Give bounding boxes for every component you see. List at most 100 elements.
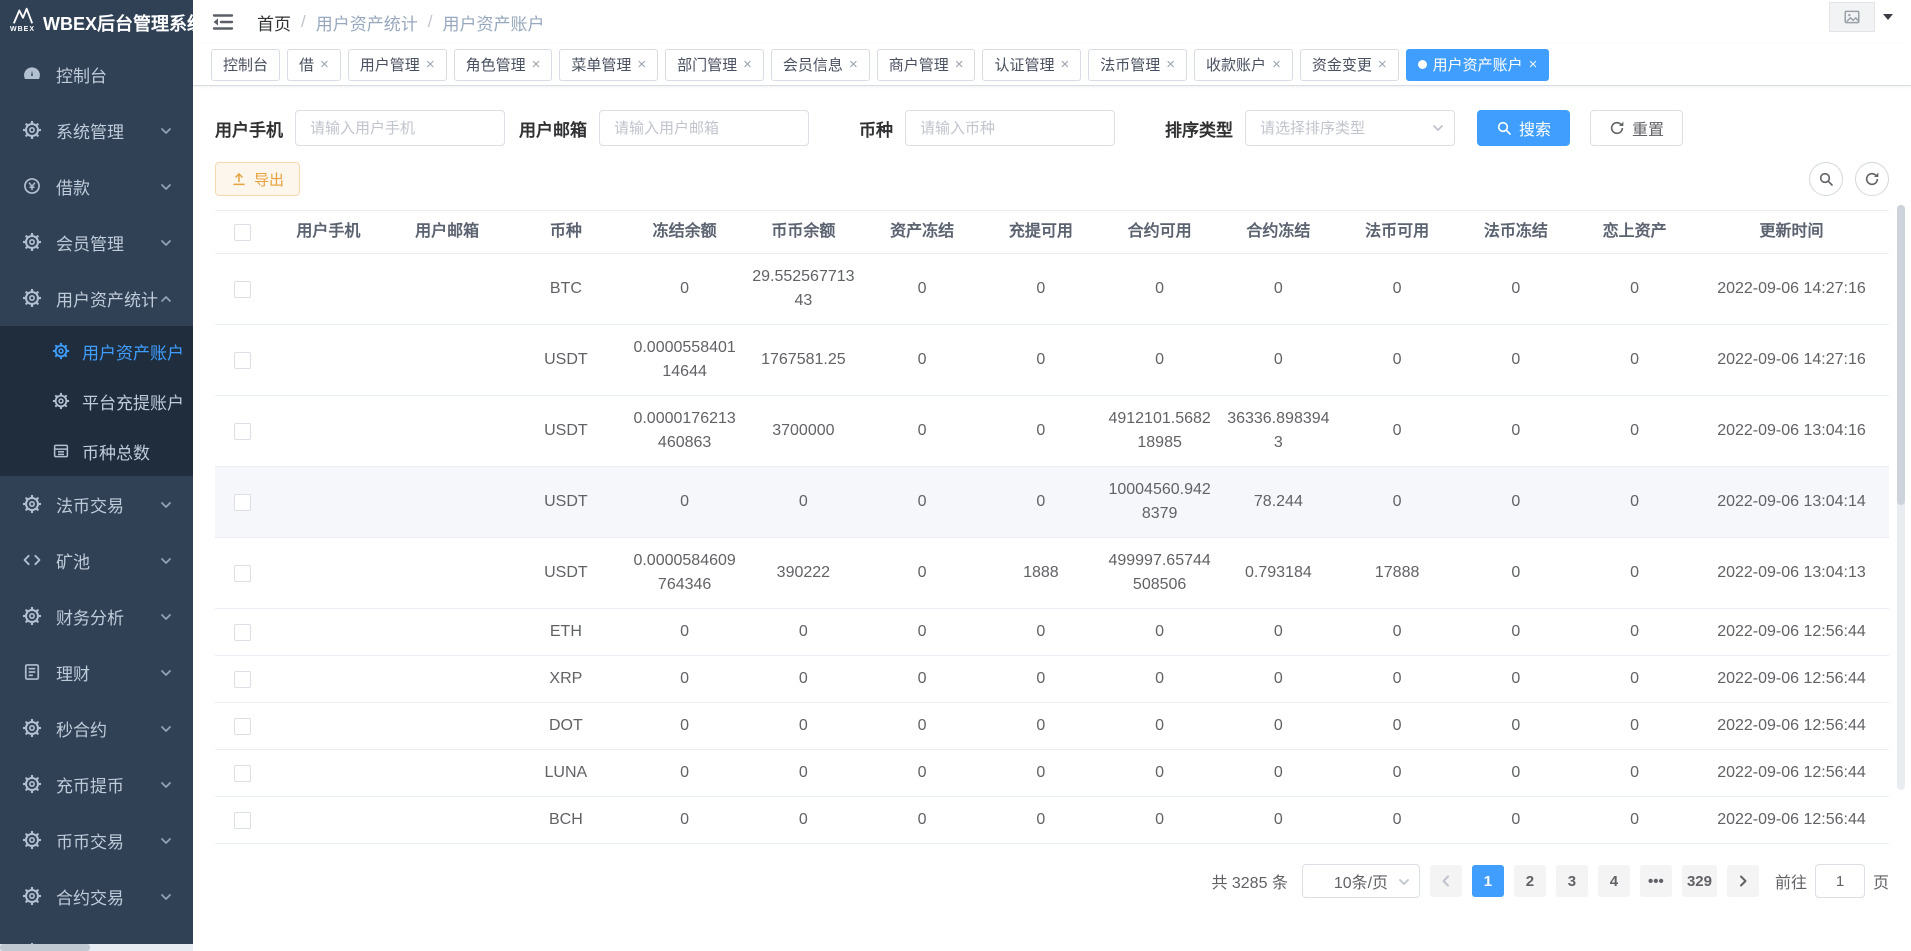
- cell-coin: USDT: [507, 479, 626, 525]
- table-row: DOT 0 0 0 0 0 0 0 0 0 2022-09-06 12:56:4…: [215, 703, 1889, 750]
- page-button-3[interactable]: 3: [1556, 865, 1588, 897]
- tab-console[interactable]: 控制台: [211, 49, 280, 81]
- coin-filter-input[interactable]: [905, 110, 1115, 146]
- chevron-down-icon: [159, 553, 173, 567]
- col-phone: 用户手机: [269, 211, 388, 253]
- goto-page-input[interactable]: [1815, 864, 1865, 898]
- tab-loan[interactable]: 借×: [287, 49, 341, 81]
- top-navbar: 首页 / 用户资产统计 / 用户资产账户: [193, 0, 1911, 44]
- table-row: XRP 0 0 0 0 0 0 0 0 0 2022-09-06 12:56:4…: [215, 656, 1889, 703]
- main-area: 首页 / 用户资产统计 / 用户资产账户 控制台 借× 用户管理× 角色管理× …: [193, 0, 1911, 951]
- close-icon[interactable]: ×: [955, 57, 964, 72]
- cell-update-time: 2022-09-06 14:27:16: [1694, 337, 1889, 383]
- tab-merchant-mgmt[interactable]: 商户管理×: [877, 49, 976, 81]
- close-icon[interactable]: ×: [1166, 57, 1175, 72]
- tab-menu-mgmt[interactable]: 菜单管理×: [559, 49, 658, 81]
- tab-user-asset-account[interactable]: 用户资产账户×: [1406, 49, 1550, 81]
- page-button-4[interactable]: 4: [1598, 865, 1630, 897]
- sidebar-item-coin-trade[interactable]: 币币交易: [0, 812, 193, 868]
- page-size-select[interactable]: 10条/页: [1302, 864, 1420, 898]
- row-checkbox[interactable]: [234, 812, 251, 829]
- toggle-search-button[interactable]: [1809, 162, 1843, 196]
- sidebar-sub-coin-total[interactable]: 币种总数: [0, 426, 193, 476]
- sidebar-horizontal-scrollbar[interactable]: [0, 944, 193, 951]
- sidebar-item-finance-analysis[interactable]: 财务分析: [0, 588, 193, 644]
- close-icon[interactable]: ×: [1378, 57, 1387, 72]
- cell-coin: LUNA: [507, 750, 626, 796]
- tab-payee-account[interactable]: 收款账户×: [1194, 49, 1293, 81]
- close-icon[interactable]: ×: [426, 57, 435, 72]
- breadcrumb-home[interactable]: 首页: [257, 10, 291, 35]
- row-checkbox[interactable]: [234, 765, 251, 782]
- sidebar-item-loan[interactable]: 借款: [0, 158, 193, 214]
- select-all-checkbox[interactable]: [234, 224, 251, 241]
- table-row: USDT 0.0000176213460863 3700000 0 0 4912…: [215, 396, 1889, 467]
- sidebar-item-contract-trade[interactable]: 合约交易: [0, 868, 193, 924]
- chevron-down-icon: [159, 721, 173, 735]
- asset-table: 用户手机 用户邮箱 币种 冻结余额 币币余额 资产冻结 充提可用 合约可用 合约…: [215, 210, 1889, 844]
- sidebar-item-mining-pool[interactable]: 矿池: [0, 532, 193, 588]
- avatar[interactable]: [1829, 2, 1875, 32]
- email-filter-input[interactable]: [599, 110, 809, 146]
- export-button[interactable]: 导出: [215, 162, 300, 196]
- close-icon[interactable]: ×: [849, 57, 858, 72]
- tab-role-mgmt[interactable]: 角色管理×: [454, 49, 553, 81]
- close-icon[interactable]: ×: [532, 57, 541, 72]
- gear-icon: [22, 232, 42, 252]
- tab-member-info[interactable]: 会员信息×: [771, 49, 870, 81]
- sidebar-item-system-mgmt[interactable]: 系统管理: [0, 102, 193, 158]
- sidebar-sub-user-asset-account[interactable]: 用户资产账户: [0, 326, 193, 376]
- refresh-icon: [1609, 120, 1625, 136]
- page-button-2[interactable]: 2: [1514, 865, 1546, 897]
- sidebar-collapse-button[interactable]: [211, 10, 235, 34]
- row-checkbox[interactable]: [234, 624, 251, 641]
- code-icon: [22, 550, 42, 570]
- table-row: BCH 0 0 0 0 0 0 0 0 0 2022-09-06 12:56:4…: [215, 797, 1889, 844]
- close-icon[interactable]: ×: [1272, 57, 1281, 72]
- sidebar-item-deposit-withdraw[interactable]: 充币提币: [0, 756, 193, 812]
- sidebar-item-member-mgmt[interactable]: 会员管理: [0, 214, 193, 270]
- row-checkbox[interactable]: [234, 494, 251, 511]
- row-checkbox[interactable]: [234, 423, 251, 440]
- search-button[interactable]: 搜索: [1477, 110, 1570, 146]
- sidebar-item-second-contract[interactable]: 秒合约: [0, 700, 193, 756]
- sort-type-select[interactable]: [1245, 110, 1455, 146]
- col-frozen-balance: 冻结余额: [625, 211, 744, 253]
- tab-fiat-mgmt[interactable]: 法币管理×: [1088, 49, 1187, 81]
- next-page-button[interactable]: [1727, 865, 1759, 897]
- tab-fund-change[interactable]: 资金变更×: [1300, 49, 1399, 81]
- gear-icon: [22, 120, 42, 140]
- gear-icon: [22, 606, 42, 626]
- close-icon[interactable]: ×: [1529, 57, 1538, 72]
- row-checkbox[interactable]: [234, 352, 251, 369]
- reset-button[interactable]: 重置: [1590, 110, 1683, 146]
- refresh-table-button[interactable]: [1855, 162, 1889, 196]
- user-menu-caret-icon[interactable]: [1883, 14, 1893, 20]
- chevron-down-icon: [159, 235, 173, 249]
- close-icon[interactable]: ×: [637, 57, 646, 72]
- close-icon[interactable]: ×: [743, 57, 752, 72]
- sidebar-item-console[interactable]: 控制台: [0, 46, 193, 102]
- tab-user-mgmt[interactable]: 用户管理×: [348, 49, 447, 81]
- close-icon[interactable]: ×: [1061, 57, 1070, 72]
- tab-auth-mgmt[interactable]: 认证管理×: [982, 49, 1081, 81]
- page-content: 用户手机 用户邮箱 币种 排序类型 搜索: [193, 86, 1911, 928]
- page-button-329[interactable]: 329: [1682, 865, 1717, 897]
- sidebar-sub-platform-recharge-account[interactable]: 平台充提账户: [0, 376, 193, 426]
- coin-filter-label: 币种: [859, 116, 893, 141]
- sidebar-item-fiat-trade[interactable]: 法币交易: [0, 476, 193, 532]
- sidebar-item-user-asset-stats[interactable]: 用户资产统计: [0, 270, 193, 326]
- prev-page-button[interactable]: [1430, 865, 1462, 897]
- row-checkbox[interactable]: [234, 718, 251, 735]
- page-button-1[interactable]: 1: [1472, 865, 1504, 897]
- vertical-scrollbar[interactable]: [1897, 205, 1905, 790]
- tab-dept-mgmt[interactable]: 部门管理×: [665, 49, 764, 81]
- row-checkbox[interactable]: [234, 565, 251, 582]
- row-checkbox[interactable]: [234, 671, 251, 688]
- more-pages-button[interactable]: •••: [1640, 865, 1672, 897]
- phone-filter-input[interactable]: [295, 110, 505, 146]
- row-checkbox[interactable]: [234, 281, 251, 298]
- sidebar-item-wealth[interactable]: 理财: [0, 644, 193, 700]
- breadcrumb: 首页 / 用户资产统计 / 用户资产账户: [257, 10, 544, 35]
- close-icon[interactable]: ×: [320, 57, 329, 72]
